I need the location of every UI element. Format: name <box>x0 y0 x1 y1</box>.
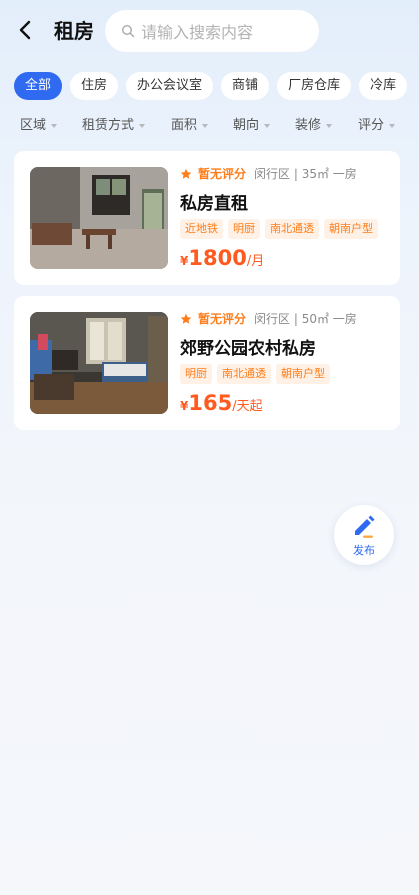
category-chip-housing[interactable]: 住房 <box>70 72 119 100</box>
filter-area[interactable]: 区域 <box>20 113 58 139</box>
category-chip-coldstore[interactable]: 冷库 <box>359 72 408 100</box>
filter-label: 面积 <box>171 118 198 133</box>
publish-button[interactable]: 发布 <box>334 505 394 565</box>
rating-row: 暂无评分 闵行区 | 35㎡ 一房 <box>180 165 357 182</box>
filter-orientation[interactable]: 朝向 <box>233 113 271 139</box>
filter-label: 区域 <box>20 118 47 133</box>
caret-down-icon <box>139 124 146 128</box>
search-input[interactable]: 请输入搜索内容 <box>105 10 319 52</box>
filter-label: 装修 <box>295 118 322 133</box>
rating-text: 暂无评分 <box>198 167 247 181</box>
tag: 明厨 <box>228 219 260 239</box>
price-value: 1800 <box>188 246 247 270</box>
caret-down-icon <box>389 124 396 128</box>
category-chip-office[interactable]: 办公会议室 <box>126 72 214 100</box>
filter-decoration[interactable]: 装修 <box>295 113 333 139</box>
rating-row: 暂无评分 闵行区 | 50㎡ 一房 <box>180 310 357 327</box>
filter-size[interactable]: 面积 <box>171 113 209 139</box>
filter-lease-type[interactable]: 租赁方式 <box>82 113 146 139</box>
listing-title: 郊野公园农村私房 <box>180 339 316 359</box>
price-value: 165 <box>188 391 233 415</box>
publish-label: 发布 <box>353 544 375 557</box>
tag: 近地铁 <box>180 219 223 239</box>
listing-card[interactable]: 暂无评分 闵行区 | 35㎡ 一房 私房直租 近地铁 明厨 南北通透 朝南户型 … <box>14 151 400 285</box>
tag: 南北通透 <box>217 364 271 384</box>
tag: 朝南户型 <box>276 364 330 384</box>
listing-meta: 闵行区 | 50㎡ 一房 <box>254 312 357 326</box>
back-button[interactable] <box>14 18 38 42</box>
filter-rating[interactable]: 评分 <box>358 113 396 139</box>
listing-photo <box>30 312 168 414</box>
rating-text: 暂无评分 <box>198 312 247 326</box>
star-icon <box>180 168 192 179</box>
listing-price: ¥165/天起 <box>180 391 263 415</box>
tag: 明厨 <box>180 364 212 384</box>
price-unit: /天起 <box>232 399 263 414</box>
top-bar: 租房 请输入搜索内容 <box>0 0 419 64</box>
tag: 南北通透 <box>265 219 319 239</box>
caret-down-icon <box>51 124 58 128</box>
caret-down-icon <box>202 124 209 128</box>
tag: 朝南户型 <box>324 219 378 239</box>
caret-down-icon <box>264 124 271 128</box>
back-arrow-icon <box>19 20 31 40</box>
category-chip-factory[interactable]: 厂房仓库 <box>277 72 352 100</box>
star-icon <box>180 313 192 324</box>
listing-meta: 闵行区 | 35㎡ 一房 <box>254 167 357 181</box>
filter-label: 租赁方式 <box>82 118 135 133</box>
listing-card[interactable]: 暂无评分 闵行区 | 50㎡ 一房 郊野公园农村私房 明厨 南北通透 朝南户型 … <box>14 296 400 430</box>
category-chip-shop[interactable]: 商铺 <box>221 72 270 100</box>
filter-bar: 区域 租赁方式 面积 朝向 装修 评分 <box>0 113 419 139</box>
price-unit: /月 <box>246 254 265 269</box>
listing-tags: 明厨 南北通透 朝南户型 <box>180 364 330 384</box>
filter-label: 朝向 <box>233 118 260 133</box>
category-tabs: 全部 住房 办公会议室 商铺 厂房仓库 冷库 <box>14 72 408 100</box>
page-title: 租房 <box>54 19 94 43</box>
listing-title: 私房直租 <box>180 194 248 214</box>
caret-down-icon <box>326 124 333 128</box>
listing-tags: 近地铁 明厨 南北通透 朝南户型 <box>180 219 378 239</box>
search-placeholder: 请输入搜索内容 <box>141 23 254 42</box>
filter-label: 评分 <box>358 118 385 133</box>
search-icon <box>121 24 135 38</box>
edit-pen-icon <box>355 515 375 538</box>
category-chip-all[interactable]: 全部 <box>14 72 63 100</box>
listing-price: ¥1800/月 <box>180 246 264 270</box>
listing-photo <box>30 167 168 269</box>
